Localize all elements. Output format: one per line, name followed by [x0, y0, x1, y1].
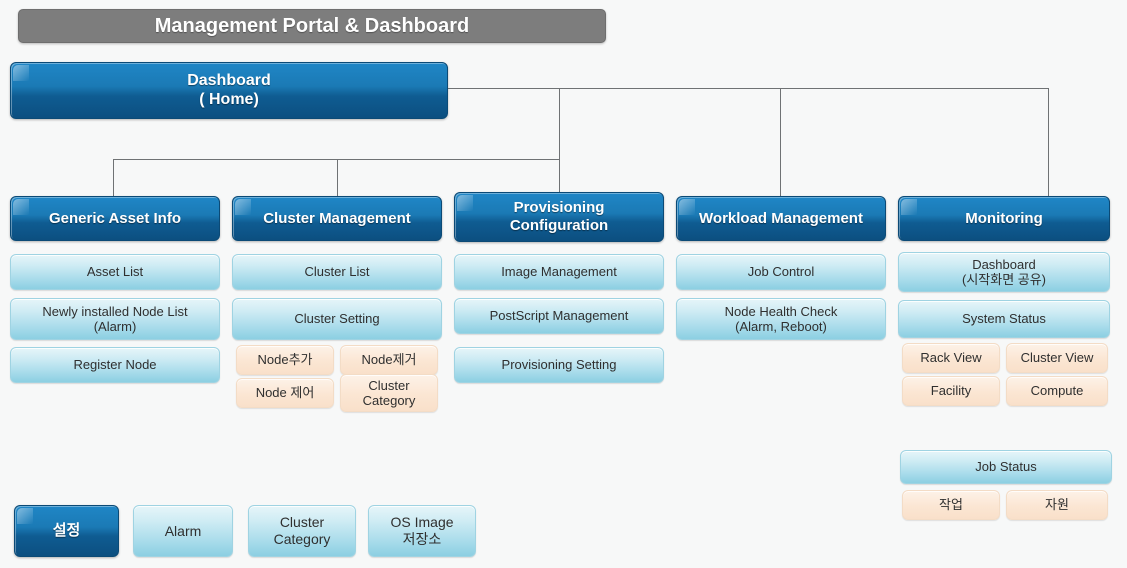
sub-item-node-remove[interactable]: Node제거 — [340, 345, 438, 375]
footer-button-label: 설정 — [52, 522, 81, 540]
sub-item-label: Rack View — [920, 350, 982, 366]
root-node-line1: Dashboard — [187, 71, 271, 89]
column-header-label: Monitoring — [965, 209, 1043, 227]
menu-item-label: Job Control — [747, 264, 815, 280]
column-header-label: Workload Management — [699, 209, 863, 227]
sub-item-label: Node추가 — [257, 352, 313, 368]
footer-button-os-image-repository[interactable]: OS Image 저장소 — [368, 505, 476, 557]
footer-button-cluster-category[interactable]: Cluster Category — [248, 505, 356, 557]
sub-item-label: Compute — [1030, 383, 1084, 399]
connector-drop-workload — [780, 88, 781, 196]
connector-drop-monitoring — [1048, 88, 1049, 196]
connector-top-bus — [448, 88, 1049, 89]
menu-item-postscript-management[interactable]: PostScript Management — [454, 298, 664, 334]
column-header-workload-management[interactable]: Workload Management — [676, 196, 886, 241]
sub-item-cluster-category[interactable]: Cluster Category — [340, 374, 438, 412]
menu-item-node-health-check[interactable]: Node Health Check (Alarm, Reboot) — [676, 298, 886, 340]
menu-item-job-control[interactable]: Job Control — [676, 254, 886, 290]
sub-item-label: 자원 — [1045, 497, 1069, 513]
connector-drop-provisioning — [559, 88, 560, 196]
menu-item-label: Job Status — [975, 459, 1037, 475]
menu-item-label: Image Management — [501, 264, 617, 280]
sub-item-label: Facility — [930, 383, 972, 399]
column-header-label: Generic Asset Info — [49, 209, 181, 227]
sub-item-label: 작업 — [939, 497, 963, 513]
org-chart-page: Management Portal & Dashboard Dashboard … — [0, 0, 1127, 568]
menu-item-register-node[interactable]: Register Node — [10, 347, 220, 383]
connector-drop-generic-asset — [113, 159, 114, 196]
sub-item-label: Node제거 — [361, 352, 417, 368]
footer-button-label: Cluster Category — [273, 514, 331, 547]
menu-item-label: Cluster Setting — [294, 311, 380, 327]
menu-item-label: Dashboard (시작화면 공유) — [961, 256, 1047, 287]
sub-item-node-add[interactable]: Node추가 — [236, 345, 334, 375]
menu-item-newly-installed-node-list[interactable]: Newly installed Node List (Alarm) — [10, 298, 220, 340]
sub-item-node-control[interactable]: Node 제어 — [236, 378, 334, 408]
root-node-line2: ( Home) — [199, 90, 259, 108]
sub-item-facility[interactable]: Facility — [902, 376, 1000, 406]
column-header-monitoring[interactable]: Monitoring — [898, 196, 1110, 241]
sub-item-rack-view[interactable]: Rack View — [902, 343, 1000, 373]
footer-button-settings[interactable]: 설정 — [14, 505, 119, 557]
root-node-dashboard[interactable]: Dashboard ( Home) — [10, 62, 448, 119]
footer-button-alarm[interactable]: Alarm — [133, 505, 233, 557]
menu-item-label: Node Health Check (Alarm, Reboot) — [724, 303, 838, 334]
footer-button-label: Alarm — [164, 522, 202, 539]
sub-item-job-resource[interactable]: 자원 — [1006, 490, 1108, 520]
column-header-provisioning-configuration[interactable]: Provisioning Configuration — [454, 192, 664, 242]
menu-item-label: Asset List — [86, 264, 144, 280]
menu-item-asset-list[interactable]: Asset List — [10, 254, 220, 290]
menu-item-label: Register Node — [73, 357, 157, 373]
menu-item-label: PostScript Management — [489, 308, 629, 324]
sub-item-label: Cluster Category — [362, 377, 416, 408]
menu-item-job-status[interactable]: Job Status — [900, 450, 1112, 484]
column-header-label: Provisioning Configuration — [509, 199, 609, 234]
menu-item-cluster-setting[interactable]: Cluster Setting — [232, 298, 442, 340]
footer-button-label: OS Image 저장소 — [390, 514, 454, 547]
menu-item-label: System Status — [962, 311, 1046, 327]
column-header-label: Cluster Management — [263, 209, 411, 227]
menu-item-monitoring-dashboard[interactable]: Dashboard (시작화면 공유) — [898, 252, 1110, 292]
menu-item-image-management[interactable]: Image Management — [454, 254, 664, 290]
sub-item-label: Cluster View — [1020, 350, 1094, 366]
page-title: Management Portal & Dashboard — [18, 9, 606, 43]
sub-item-label: Node 제어 — [255, 385, 315, 401]
column-header-cluster-management[interactable]: Cluster Management — [232, 196, 442, 241]
column-header-generic-asset-info[interactable]: Generic Asset Info — [10, 196, 220, 241]
menu-item-label: Newly installed Node List (Alarm) — [42, 303, 188, 334]
sub-item-cluster-view[interactable]: Cluster View — [1006, 343, 1108, 373]
menu-item-system-status[interactable]: System Status — [898, 300, 1110, 338]
sub-item-job-work[interactable]: 작업 — [902, 490, 1000, 520]
sub-item-compute[interactable]: Compute — [1006, 376, 1108, 406]
menu-item-cluster-list[interactable]: Cluster List — [232, 254, 442, 290]
menu-item-provisioning-setting[interactable]: Provisioning Setting — [454, 347, 664, 383]
connector-drop-cluster-management — [337, 159, 338, 196]
menu-item-label: Provisioning Setting — [501, 357, 617, 373]
menu-item-label: Cluster List — [304, 264, 370, 280]
